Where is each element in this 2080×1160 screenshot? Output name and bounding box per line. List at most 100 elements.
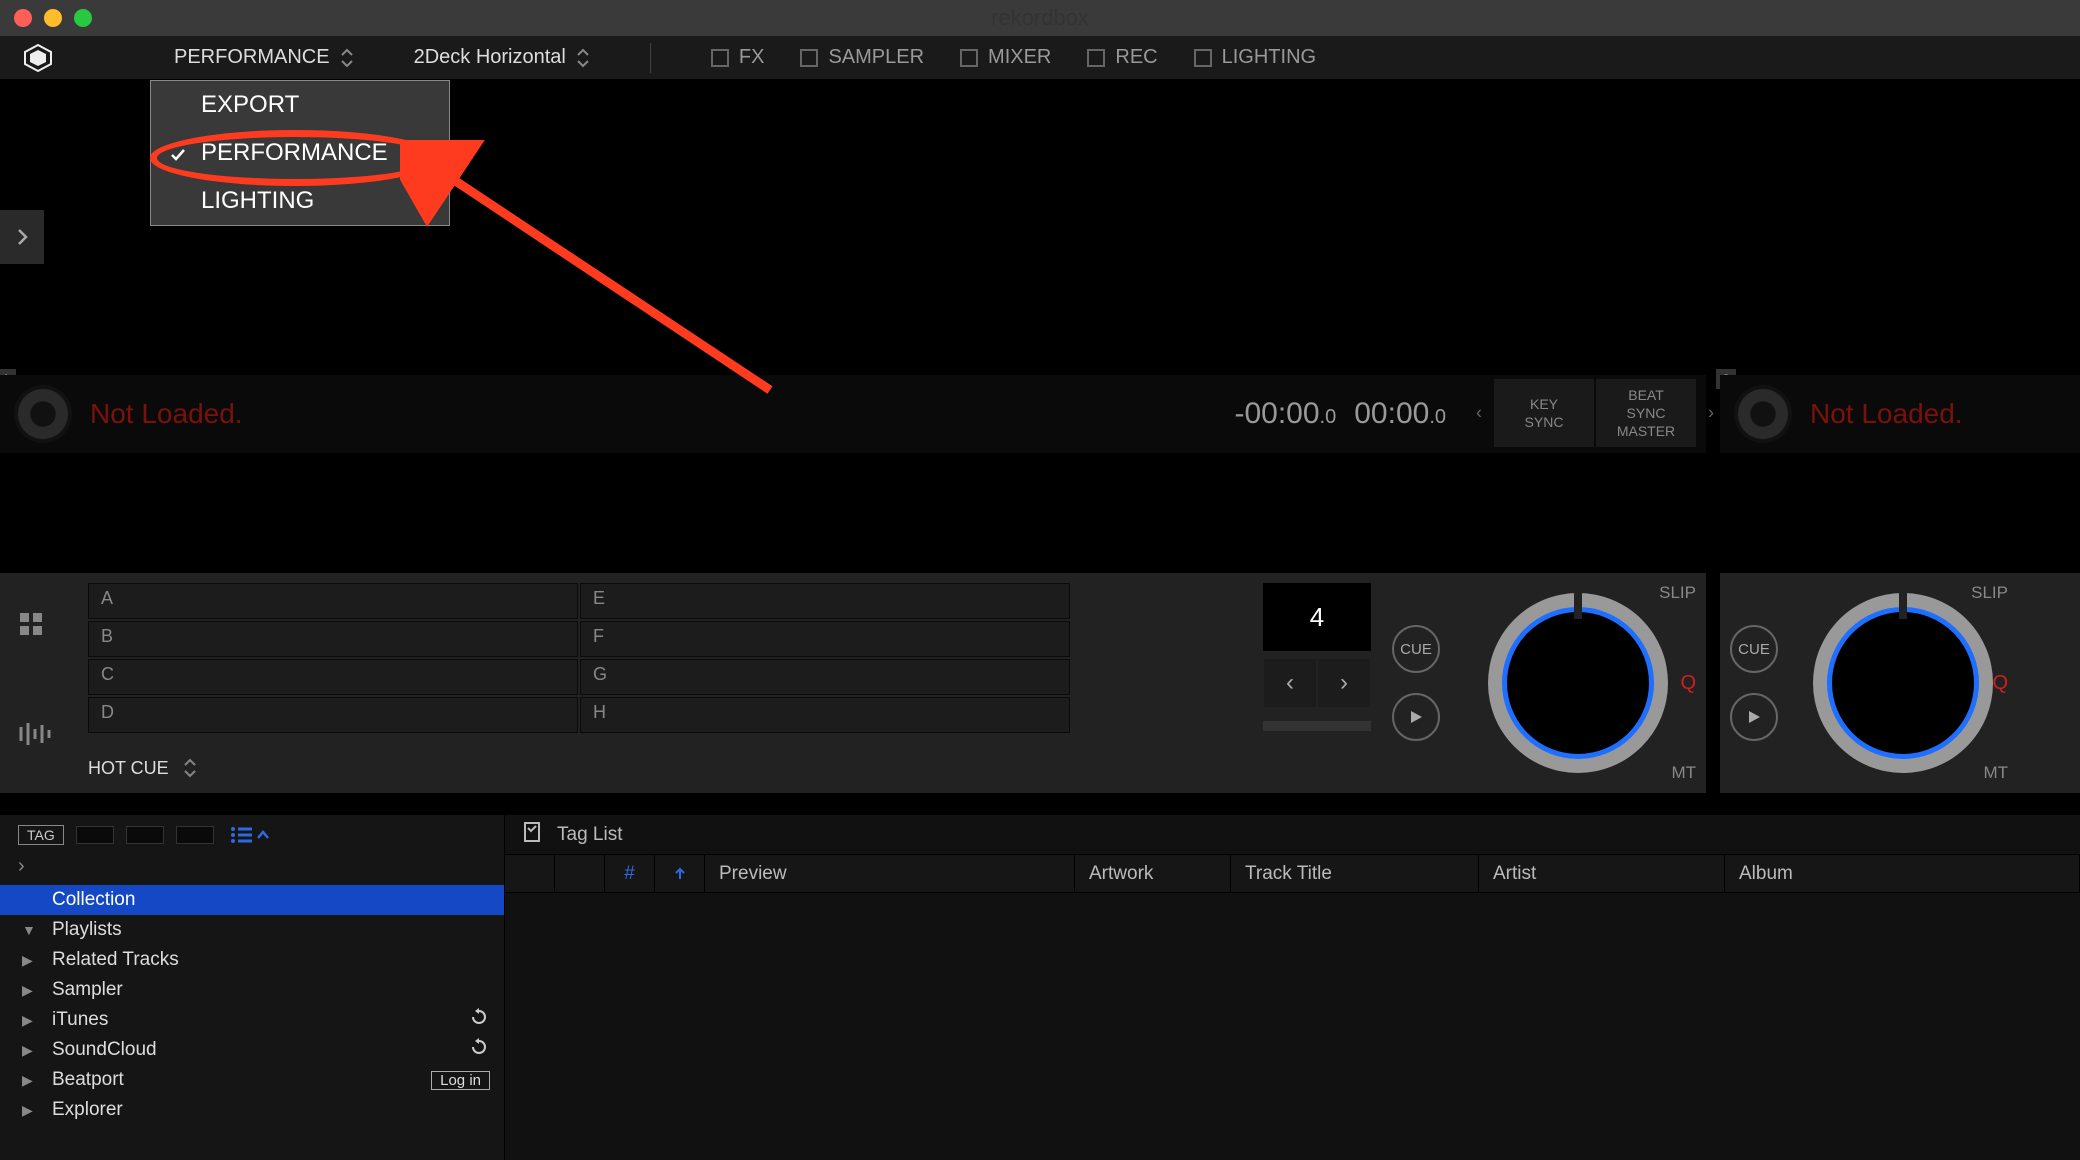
tree-label: Sampler xyxy=(52,979,123,1001)
dropdown-label: LIGHTING xyxy=(201,187,314,214)
jog-wheel[interactable] xyxy=(1488,593,1668,773)
hotcue-c[interactable]: C xyxy=(88,659,578,695)
taglist-icon[interactable] xyxy=(523,821,545,849)
tree-item-itunes[interactable]: ▶iTunes xyxy=(0,1005,504,1035)
master-tempo-button[interactable]: MT xyxy=(1671,763,1696,783)
browser-tree: Collection ▼Playlists ▶Related Tracks ▶S… xyxy=(0,885,504,1160)
traffic-lights xyxy=(0,9,92,27)
jog-wheel-panel: SLIP Q MT xyxy=(1788,573,2018,793)
quantize-button[interactable]: Q xyxy=(1680,672,1696,695)
beat-sync-button[interactable]: BEAT SYNC MASTER › xyxy=(1596,379,1696,447)
cue-button[interactable]: CUE xyxy=(1392,625,1440,673)
waveform-display[interactable] xyxy=(0,453,1706,573)
album-art-placeholder[interactable] xyxy=(14,385,72,443)
beat-prev-button[interactable]: ‹ xyxy=(1264,659,1316,707)
deck-controls: A E B F C G D H HOT CUE 4 ‹ › xyxy=(0,573,1706,793)
col-artwork[interactable]: Artwork xyxy=(1075,855,1231,892)
check-icon xyxy=(169,143,187,171)
hotcue-f[interactable]: F xyxy=(580,621,1070,657)
hotcue-g[interactable]: G xyxy=(580,659,1070,695)
list-view-toggle[interactable] xyxy=(230,826,270,844)
hotcue-mode-selector[interactable]: HOT CUE xyxy=(88,757,197,779)
tree-item-related[interactable]: ▶Related Tracks xyxy=(0,945,504,975)
jog-wheel[interactable] xyxy=(1813,593,1993,773)
waveform-display[interactable] xyxy=(1720,453,2080,573)
deck-1: 1 Not Loaded. -00:00.0 00:00.0 ‹ KEY SYN… xyxy=(0,375,1706,793)
col-album[interactable]: Album xyxy=(1725,855,2080,892)
col-checkbox[interactable] xyxy=(505,855,555,892)
mode-selector[interactable]: PERFORMANCE xyxy=(174,46,354,69)
mode-dropdown: EXPORT PERFORMANCE LIGHTING xyxy=(150,80,450,226)
refresh-icon[interactable] xyxy=(470,1038,488,1062)
window-minimize-button[interactable] xyxy=(44,9,62,27)
app-title: rekordbox xyxy=(991,5,1089,31)
tree-item-playlists[interactable]: ▼Playlists xyxy=(0,915,504,945)
browser-back-button[interactable]: › xyxy=(0,855,504,885)
dropdown-item-export[interactable]: EXPORT xyxy=(151,81,449,129)
tree-item-beatport[interactable]: ▶BeatportLog in xyxy=(0,1065,504,1095)
deck-2: 2 Not Loaded. CUE SLIP Q MT xyxy=(1720,375,2080,793)
caret-icon: ▶ xyxy=(22,982,38,999)
beat-next-button[interactable]: › xyxy=(1318,659,1370,707)
window-close-button[interactable] xyxy=(14,9,32,27)
jog-notch xyxy=(1574,589,1582,619)
sync-label: BEAT xyxy=(1628,386,1664,404)
play-button[interactable] xyxy=(1730,693,1778,741)
caret-icon: ▶ xyxy=(22,1012,38,1029)
color-filter-chip[interactable] xyxy=(76,826,114,844)
toolbar-checks: FX SAMPLER MIXER REC LIGHTING xyxy=(711,46,1316,69)
hotcue-d[interactable]: D xyxy=(88,697,578,733)
waveform-view-icon[interactable] xyxy=(18,721,52,752)
cue-button[interactable]: CUE xyxy=(1730,625,1778,673)
play-button[interactable] xyxy=(1392,693,1440,741)
caret-icon: ▶ xyxy=(22,952,38,969)
grid-view-icon[interactable] xyxy=(18,611,44,642)
tag-filter-button[interactable]: TAG xyxy=(18,825,64,845)
hotcue-b[interactable]: B xyxy=(88,621,578,657)
layout-selector[interactable]: 2Deck Horizontal xyxy=(414,46,590,69)
slip-button[interactable]: SLIP xyxy=(1659,583,1696,603)
beat-scrollbar[interactable] xyxy=(1263,721,1371,731)
hotcue-e[interactable]: E xyxy=(580,583,1070,619)
dropdown-item-lighting[interactable]: LIGHTING xyxy=(151,177,449,225)
transport-controls: CUE xyxy=(1720,573,1788,793)
slip-button[interactable]: SLIP xyxy=(1971,583,2008,603)
time-neg-sub: .0 xyxy=(1320,406,1337,428)
tree-item-soundcloud[interactable]: ▶SoundCloud xyxy=(0,1035,504,1065)
caret-icon: ▶ xyxy=(22,1042,38,1059)
col-artist[interactable]: Artist xyxy=(1479,855,1725,892)
login-button[interactable]: Log in xyxy=(431,1071,490,1090)
color-filter-chip[interactable] xyxy=(176,826,214,844)
col-sort[interactable] xyxy=(655,855,705,892)
tree-item-collection[interactable]: Collection xyxy=(0,885,504,915)
beat-value-display[interactable]: 4 xyxy=(1263,583,1371,651)
master-tempo-button[interactable]: MT xyxy=(1983,763,2008,783)
album-art-placeholder[interactable] xyxy=(1734,385,1792,443)
tree-label: Explorer xyxy=(52,1099,123,1121)
sync-label: KEY xyxy=(1530,395,1558,413)
tree-item-explorer[interactable]: ▶Explorer xyxy=(0,1095,504,1125)
hotcue-a[interactable]: A xyxy=(88,583,578,619)
dropdown-item-performance[interactable]: PERFORMANCE xyxy=(151,129,449,177)
color-filter-chip[interactable] xyxy=(126,826,164,844)
deck-status: Not Loaded. xyxy=(1810,398,1963,430)
divider xyxy=(650,43,651,73)
toolbar-check-mixer[interactable]: MIXER xyxy=(960,46,1051,69)
key-sync-button[interactable]: ‹ KEY SYNC xyxy=(1494,379,1594,447)
col-number[interactable]: # xyxy=(605,855,655,892)
tree-item-sampler[interactable]: ▶ Sampler xyxy=(0,975,504,1005)
toolbar-check-rec[interactable]: REC xyxy=(1087,46,1157,69)
quantize-button[interactable]: Q xyxy=(1992,672,2008,695)
window-maximize-button[interactable] xyxy=(74,9,92,27)
toolbar-check-fx[interactable]: FX xyxy=(711,46,765,69)
toolbar-check-sampler[interactable]: SAMPLER xyxy=(800,46,924,69)
toolbar-check-lighting[interactable]: LIGHTING xyxy=(1194,46,1316,69)
deck-area: 1 Not Loaded. -00:00.0 00:00.0 ‹ KEY SYN… xyxy=(0,375,2080,793)
sidebar-expand-handle[interactable] xyxy=(0,210,44,264)
refresh-icon[interactable] xyxy=(470,1008,488,1032)
col-preview[interactable]: Preview xyxy=(705,855,1075,892)
hotcue-panel: A E B F C G D H HOT CUE xyxy=(0,573,1252,793)
col-status[interactable] xyxy=(555,855,605,892)
hotcue-h[interactable]: H xyxy=(580,697,1070,733)
col-title[interactable]: Track Title xyxy=(1231,855,1479,892)
